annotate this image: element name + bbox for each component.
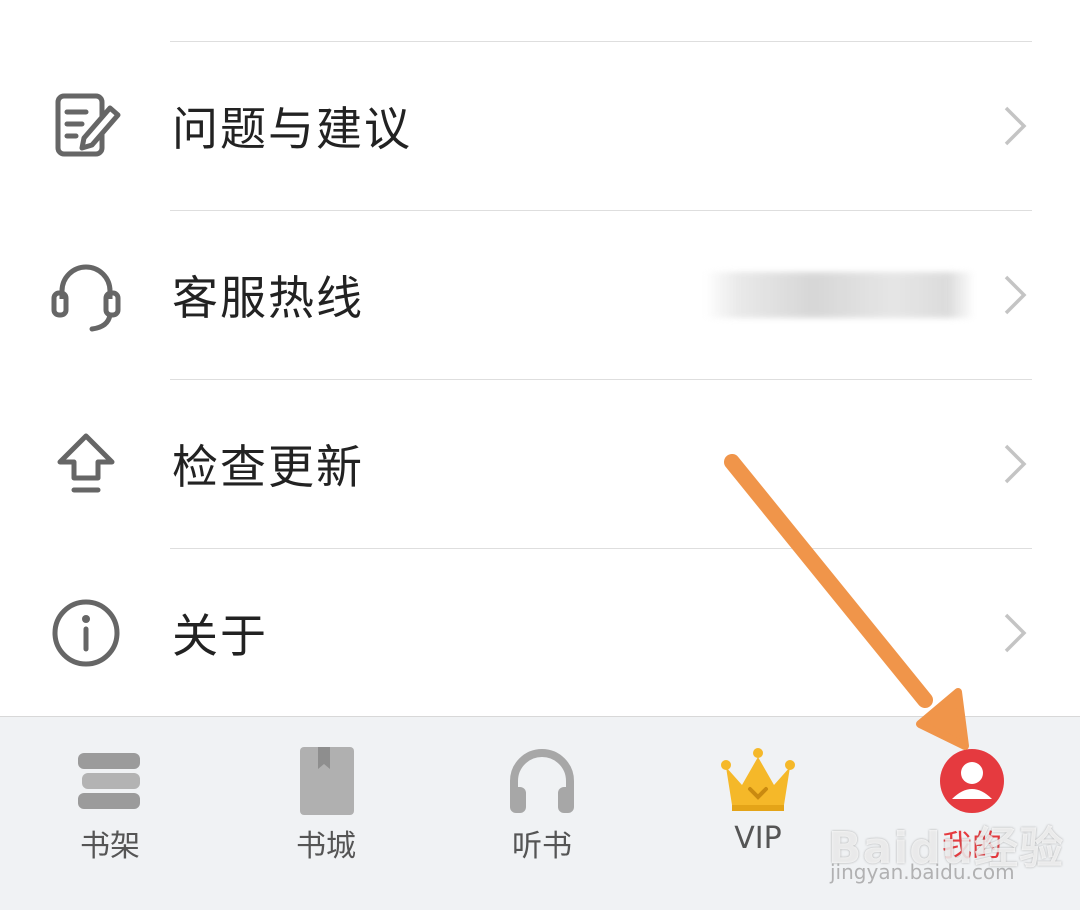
menu-item-feedback[interactable]: 问题与建议 — [0, 42, 1080, 210]
tab-bookstore[interactable]: 书城 — [218, 717, 434, 910]
bookstore-icon — [300, 747, 354, 815]
tab-label: 听书 — [512, 829, 572, 864]
headset-icon — [51, 264, 121, 332]
chevron-right-icon — [1004, 613, 1027, 653]
tab-label: 书架 — [80, 829, 140, 864]
watermark-url: jingyan.baidu.com — [830, 860, 1015, 884]
feedback-edit-icon — [55, 93, 121, 157]
profile-icon — [940, 749, 1004, 813]
settings-menu: 问题与建议 客服热线 检查更新 关于 — [0, 0, 1080, 716]
chevron-right-icon — [1004, 275, 1027, 315]
tab-label: 书城 — [296, 829, 356, 864]
menu-item-label: 关于 — [172, 609, 268, 663]
menu-item-label: 客服热线 — [172, 271, 364, 325]
menu-item-label: 检查更新 — [172, 440, 364, 494]
bookshelf-icon — [78, 753, 140, 809]
chevron-right-icon — [1004, 106, 1027, 146]
info-icon — [52, 599, 120, 667]
tab-audiobooks[interactable]: 听书 — [434, 717, 650, 910]
tab-bookshelf[interactable]: 书架 — [2, 717, 218, 910]
upload-arrow-icon — [57, 433, 115, 493]
crown-icon — [721, 748, 795, 811]
menu-item-label: 问题与建议 — [172, 102, 412, 156]
chevron-right-icon — [1004, 444, 1027, 484]
menu-item-about[interactable]: 关于 — [0, 549, 1080, 717]
menu-item-hotline[interactable]: 客服热线 — [0, 211, 1080, 379]
headphones-icon — [510, 749, 574, 813]
obscured-phone-number — [705, 272, 975, 318]
menu-item-check-update[interactable]: 检查更新 — [0, 380, 1080, 548]
